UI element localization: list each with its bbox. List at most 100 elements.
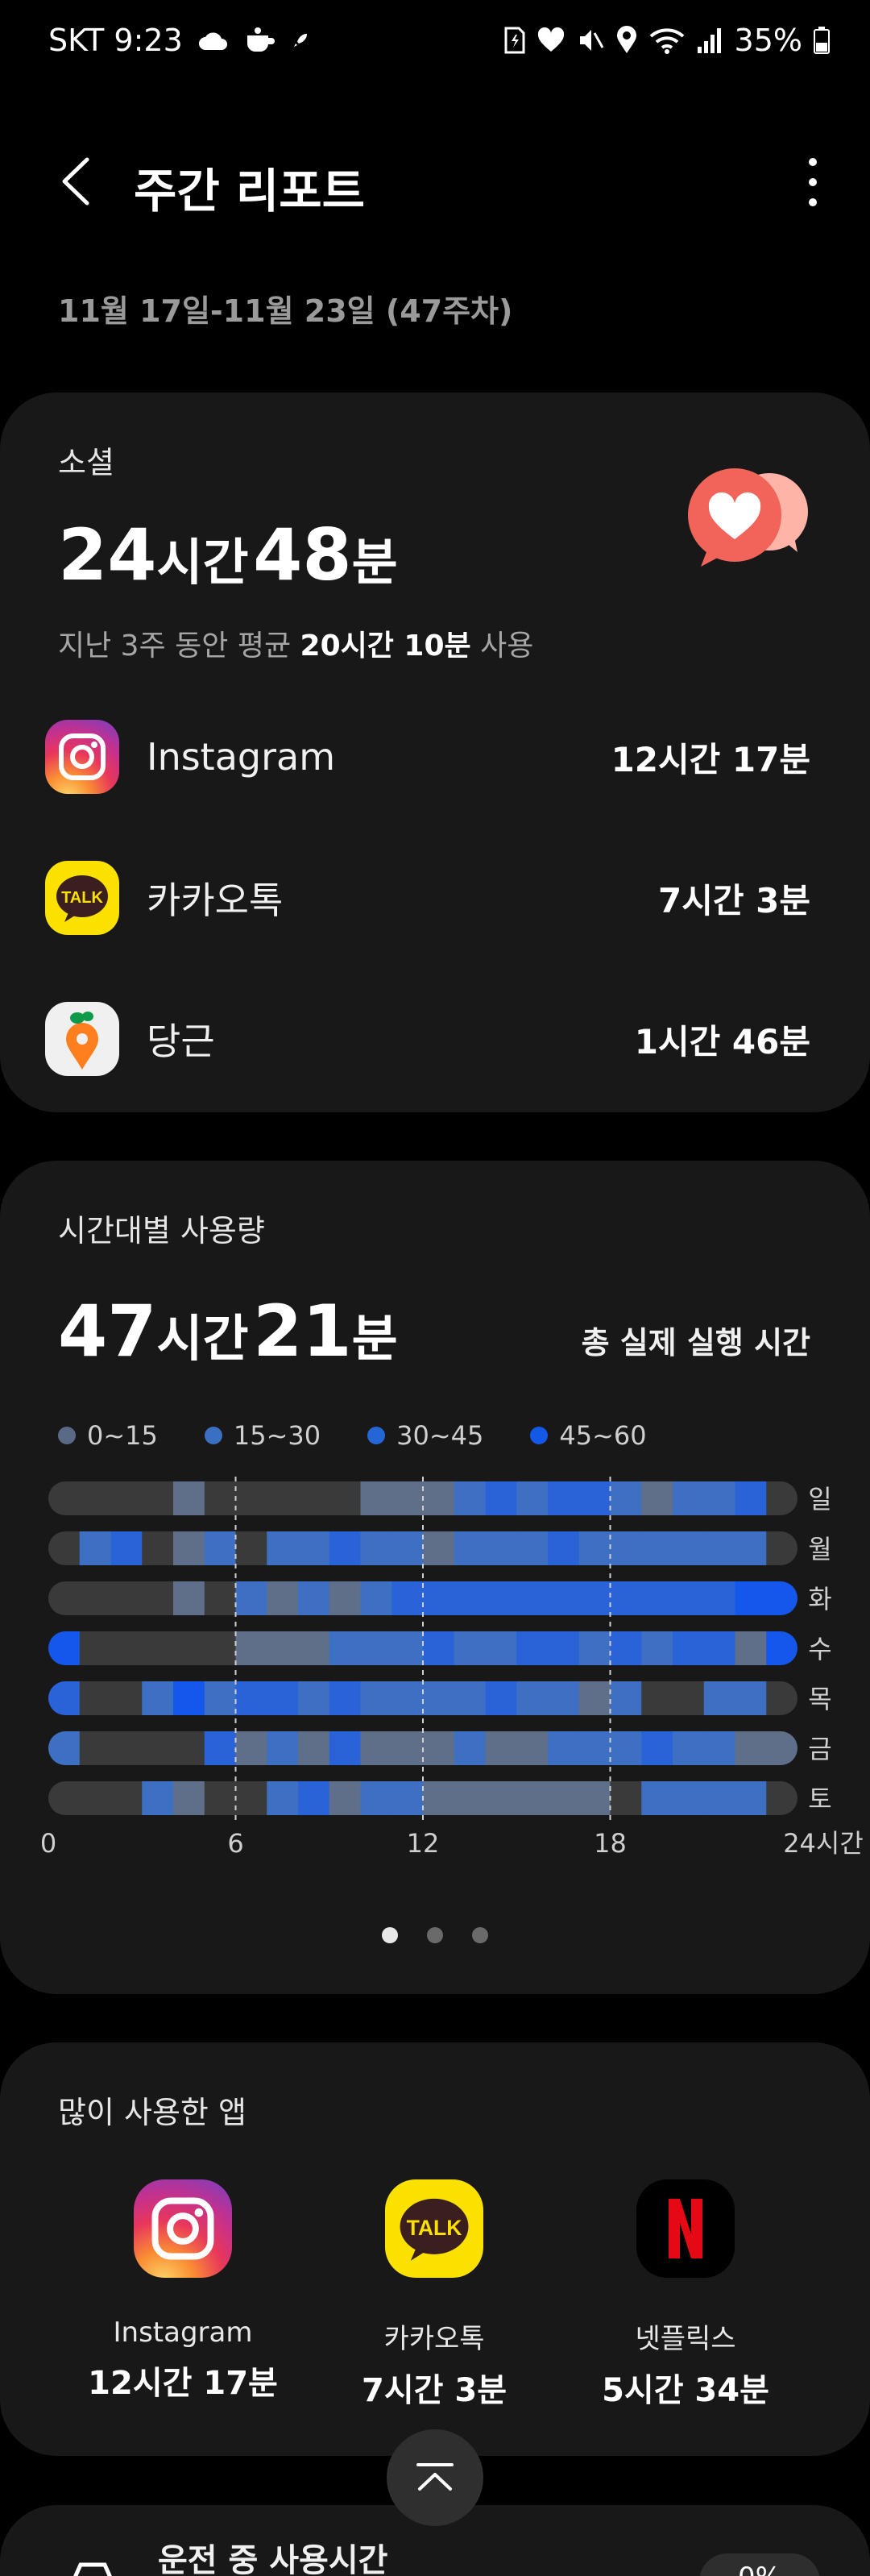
- heatmap-cell: [267, 1531, 299, 1565]
- heatmap-cell: [142, 1631, 174, 1665]
- heatmap-cell: [454, 1581, 486, 1615]
- page-dot[interactable]: [427, 1927, 443, 1943]
- top-app-instagram[interactable]: Instagram 12시간 17분: [62, 2179, 304, 2404]
- heatmap-cell: [392, 1481, 424, 1515]
- app-name: 카카오톡: [383, 2323, 485, 2355]
- avg-value: 20시간 10분: [300, 629, 471, 663]
- heatmap-cell: [610, 1531, 642, 1565]
- heatmap-cell: [360, 1481, 392, 1515]
- heatmap-cell: [329, 1631, 361, 1665]
- heatmap-cell: [48, 1681, 81, 1715]
- app-name: Instagram: [113, 2316, 253, 2349]
- app-row-kakaotalk[interactable]: TALK 카카오톡 7시간 3분: [45, 858, 810, 938]
- heatmap-cell: [360, 1731, 392, 1765]
- heatmap-cell: [360, 1631, 392, 1665]
- heatmap-cell: [641, 1781, 673, 1815]
- driving-usage-value: 0%: [699, 2553, 820, 2576]
- heatmap-cell: [79, 1531, 111, 1565]
- app-bar: 주간 리포트: [0, 137, 870, 226]
- heatmap-cell: [703, 1681, 735, 1715]
- heatmap-cell: [204, 1581, 236, 1615]
- top-app-netflix[interactable]: 넷플릭스 5시간 34분: [565, 2179, 806, 2411]
- heatmap-cell: [79, 1731, 111, 1765]
- heatmap-cell: [142, 1781, 174, 1815]
- location-icon: [615, 26, 638, 55]
- x-tick-label: 12: [407, 1828, 440, 1859]
- app-name: 카카오톡: [147, 879, 284, 922]
- heatmap-cell: [298, 1731, 330, 1765]
- heatmap-cell: [329, 1581, 361, 1615]
- page-dot-active[interactable]: [382, 1927, 398, 1943]
- heatmap-cell: [766, 1731, 798, 1765]
- heatmap-cell: [423, 1631, 455, 1665]
- heatmap-cell: [173, 1481, 205, 1515]
- hourly-usage-card[interactable]: 시간대별 사용량 47시간 21분 총 실제 실행 시간 0~15 15~30 …: [0, 1161, 870, 1994]
- back-arrow-icon: [62, 157, 89, 206]
- app-time: 1시간 46분: [634, 1021, 810, 1062]
- social-category-card[interactable]: 소셜 24시간 48분 지난 3주 동안 평균 20시간 10분 사용 Inst…: [0, 393, 870, 1112]
- heatmap-cell: [329, 1781, 361, 1815]
- day-label: 토: [808, 1784, 831, 1814]
- most-used-apps-list: Instagram 12시간 17분 TALK 카카오톡 7시간 3분 넷플릭스…: [0, 2179, 870, 2421]
- heatmap-cell: [110, 1681, 143, 1715]
- heatmap-cell: [360, 1581, 392, 1615]
- heatmap-cell: [516, 1581, 549, 1615]
- heatmap-cell: [673, 1631, 705, 1665]
- heatmap-cell: [641, 1531, 673, 1565]
- day-label: 목: [808, 1684, 831, 1714]
- heatmap-cell: [298, 1531, 330, 1565]
- heatmap-cell: [48, 1481, 81, 1515]
- heatmap-cell: [48, 1531, 81, 1565]
- heatmap-cell: [235, 1731, 267, 1765]
- heatmap-cell: [578, 1731, 611, 1765]
- coffee-icon: [244, 26, 276, 55]
- heatmap-cell: [48, 1731, 81, 1765]
- heatmap-cell: [610, 1731, 642, 1765]
- heatmap-cell: [578, 1681, 611, 1715]
- kakaotalk-icon: TALK: [385, 2179, 483, 2278]
- day-label: 월: [808, 1534, 831, 1564]
- heatmap-cell: [766, 1781, 798, 1815]
- heatmap-cell: [703, 1731, 735, 1765]
- heatmap-cell: [516, 1681, 549, 1715]
- heatmap-cell: [454, 1731, 486, 1765]
- x-tick-label: 24시간: [783, 1828, 864, 1859]
- minutes-unit: 분: [351, 533, 398, 592]
- more-options-button[interactable]: [801, 158, 825, 206]
- heatmap-cell: [703, 1481, 735, 1515]
- app-row-daangn[interactable]: 당근 1시간 46분: [45, 999, 810, 1079]
- cloud-icon: [197, 29, 230, 52]
- signal-icon: [696, 27, 723, 53]
- heatmap-cell: [392, 1731, 424, 1765]
- status-left: SKT 9:23: [48, 23, 310, 58]
- status-right: 35%: [504, 23, 830, 58]
- app-row-instagram[interactable]: Instagram 12시간 17분: [45, 717, 810, 797]
- heatmap-cell: [142, 1581, 174, 1615]
- svg-text:TALK: TALK: [61, 889, 103, 907]
- top-app-kakaotalk[interactable]: TALK 카카오톡 7시간 3분: [313, 2179, 555, 2411]
- category-label: 소셜: [58, 445, 114, 480]
- heart-icon: [536, 27, 566, 53]
- more-dot: [809, 178, 817, 186]
- heatmap-cell: [641, 1731, 673, 1765]
- heatmap-cell: [360, 1781, 392, 1815]
- heatmap-cell: [548, 1481, 580, 1515]
- heatmap-cell: [298, 1681, 330, 1715]
- app-time: 7시간 3분: [362, 2372, 507, 2409]
- heatmap-cell: [610, 1581, 642, 1615]
- heatmap-cell: [454, 1481, 486, 1515]
- car-icon: [73, 2562, 112, 2576]
- heatmap-cell: [548, 1731, 580, 1765]
- date-range: 11월 17일-11월 23일 (47주차): [58, 293, 513, 329]
- sim-card-icon: [504, 27, 525, 54]
- day-label: 수: [808, 1634, 831, 1664]
- heatmap-cell: [298, 1581, 330, 1615]
- scroll-to-top-button[interactable]: [387, 2429, 483, 2526]
- page-dot[interactable]: [472, 1927, 488, 1943]
- heatmap-cell: [735, 1481, 767, 1515]
- heatmap-cell: [267, 1631, 299, 1665]
- back-button[interactable]: [52, 155, 100, 208]
- heatmap-cell: [516, 1781, 549, 1815]
- heatmap-cell: [673, 1781, 705, 1815]
- heatmap-cell: [48, 1581, 81, 1615]
